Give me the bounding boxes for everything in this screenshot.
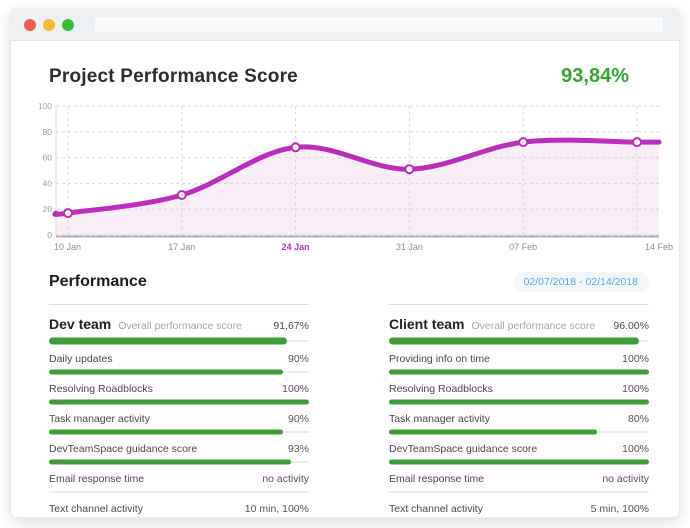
metric-row: DevTeamSpace guidance score 100% — [389, 443, 649, 465]
metric-value: 80% — [628, 413, 649, 425]
metric-label: Resolving Roadblocks — [389, 383, 493, 395]
metric-label: DevTeamSpace guidance score — [49, 443, 197, 455]
dashboard-header: Project Performance Score 93,84% — [49, 65, 629, 88]
svg-text:0: 0 — [47, 230, 52, 240]
metric-label: Resolving Roadblocks — [49, 383, 153, 395]
metric-progress-bar — [389, 369, 649, 375]
svg-text:80: 80 — [43, 127, 53, 137]
progress-fill — [389, 400, 649, 405]
progress-fill — [49, 400, 309, 405]
metric-row: Email response time no activity — [389, 473, 649, 495]
progress-fill — [49, 430, 283, 435]
metric-value: 100% — [282, 383, 309, 395]
metric-progress-bar — [49, 429, 309, 435]
metric-row: Task manager activity 80% — [389, 413, 649, 435]
overall-progress-bar — [49, 337, 309, 345]
svg-text:60: 60 — [43, 153, 53, 163]
progress-track — [389, 492, 649, 493]
metric-label: Providing info on time — [389, 353, 490, 365]
metric-label: Text channel activity — [389, 503, 483, 515]
minimize-window-button[interactable] — [43, 19, 55, 31]
metric-value: 90% — [288, 413, 309, 425]
close-window-button[interactable] — [24, 19, 36, 31]
address-bar[interactable] — [93, 16, 664, 33]
overall-progress-bar — [389, 337, 649, 345]
metric-progress-bar — [389, 399, 649, 405]
metric-label: Text channel activity — [49, 503, 143, 515]
metric-row: Text channel activity 5 min, 100% — [389, 503, 649, 518]
svg-text:100: 100 — [39, 102, 52, 111]
metric-label: Daily updates — [49, 353, 113, 365]
date-range-badge[interactable]: 02/07/2018 - 02/14/2018 — [513, 272, 649, 292]
team-panel-dev: Dev team Overall performance score 91,67… — [49, 304, 309, 518]
metric-progress-bar — [389, 429, 649, 435]
browser-chrome — [11, 9, 679, 41]
performance-section: Performance 02/07/2018 - 02/14/2018 Dev … — [49, 272, 649, 518]
team-subtitle: Overall performance score — [471, 320, 613, 332]
metric-value: no activity — [602, 473, 649, 485]
metric-row: Text channel activity 10 min, 100% — [49, 503, 309, 518]
svg-text:31 Jan: 31 Jan — [396, 242, 423, 252]
overall-score-value: 93,84% — [561, 65, 629, 88]
performance-chart: 0 20 40 60 80 100 10 Jan 17 Jan 24 Jan 31 Jan 07 F… — [39, 102, 679, 254]
metric-value: 90% — [288, 353, 309, 365]
metric-label: DevTeamSpace guidance score — [389, 443, 537, 455]
chart-svg: 0 20 40 60 80 100 10 Jan 17 Jan 24 Jan 31 Jan 07 F… — [39, 102, 677, 254]
metric-label: Task manager activity — [389, 413, 490, 425]
metric-label: Email response time — [49, 473, 144, 485]
team-panel-client: Client team Overall performance score 96… — [389, 304, 649, 518]
page-title: Project Performance Score — [49, 66, 298, 88]
metric-row: Daily updates 90% — [49, 353, 309, 375]
performance-heading: Performance — [49, 273, 147, 291]
metric-value: 10 min, 100% — [245, 503, 309, 515]
progress-fill — [49, 370, 283, 375]
metric-row: Resolving Roadblocks 100% — [49, 383, 309, 405]
metric-progress-bar — [49, 369, 309, 375]
svg-text:10 Jan: 10 Jan — [54, 242, 81, 252]
maximize-window-button[interactable] — [62, 19, 74, 31]
svg-text:20: 20 — [43, 204, 53, 214]
metric-value: 100% — [622, 443, 649, 455]
progress-fill — [389, 370, 649, 375]
metric-value: 100% — [622, 353, 649, 365]
metric-value: no activity — [262, 473, 309, 485]
team-name: Client team — [389, 316, 464, 332]
svg-text:40: 40 — [43, 178, 53, 188]
team-name: Dev team — [49, 316, 111, 332]
metric-progress-bar — [49, 399, 309, 405]
progress-fill — [389, 460, 649, 465]
metric-row: Task manager activity 90% — [49, 413, 309, 435]
progress-fill — [389, 430, 597, 435]
metric-value: 5 min, 100% — [591, 503, 649, 515]
team-overall-value: 96.00% — [613, 320, 649, 332]
svg-text:14 Feb: 14 Feb — [645, 242, 673, 252]
metric-row: Resolving Roadblocks 100% — [389, 383, 649, 405]
progress-fill — [389, 338, 639, 345]
metric-progress-bar — [389, 459, 649, 465]
metric-row-list: Providing info on time 100% Resolving Ro… — [389, 353, 649, 518]
metric-row: Providing info on time 100% — [389, 353, 649, 375]
metric-label: Email response time — [389, 473, 484, 485]
metric-row: DevTeamSpace guidance score 93% — [49, 443, 309, 465]
metric-progress-bar — [389, 489, 649, 495]
team-subtitle: Overall performance score — [118, 320, 273, 332]
progress-track — [49, 492, 309, 493]
metric-value: 93% — [288, 443, 309, 455]
metric-label: Task manager activity — [49, 413, 150, 425]
metric-value: 100% — [622, 383, 649, 395]
svg-text:24 Jan: 24 Jan — [282, 242, 310, 252]
metric-progress-bar — [49, 459, 309, 465]
svg-text:17 Jan: 17 Jan — [168, 242, 195, 252]
progress-fill — [49, 460, 291, 465]
browser-window: Project Performance Score 93,84% 0 20 40 60… — [10, 8, 680, 518]
progress-fill — [49, 338, 287, 345]
metric-row-list: Daily updates 90% Resolving Roadblocks 1… — [49, 353, 309, 518]
metric-row: Email response time no activity — [49, 473, 309, 495]
team-overall-value: 91,67% — [273, 320, 309, 332]
svg-text:07 Feb: 07 Feb — [509, 242, 537, 252]
metric-progress-bar — [49, 489, 309, 495]
